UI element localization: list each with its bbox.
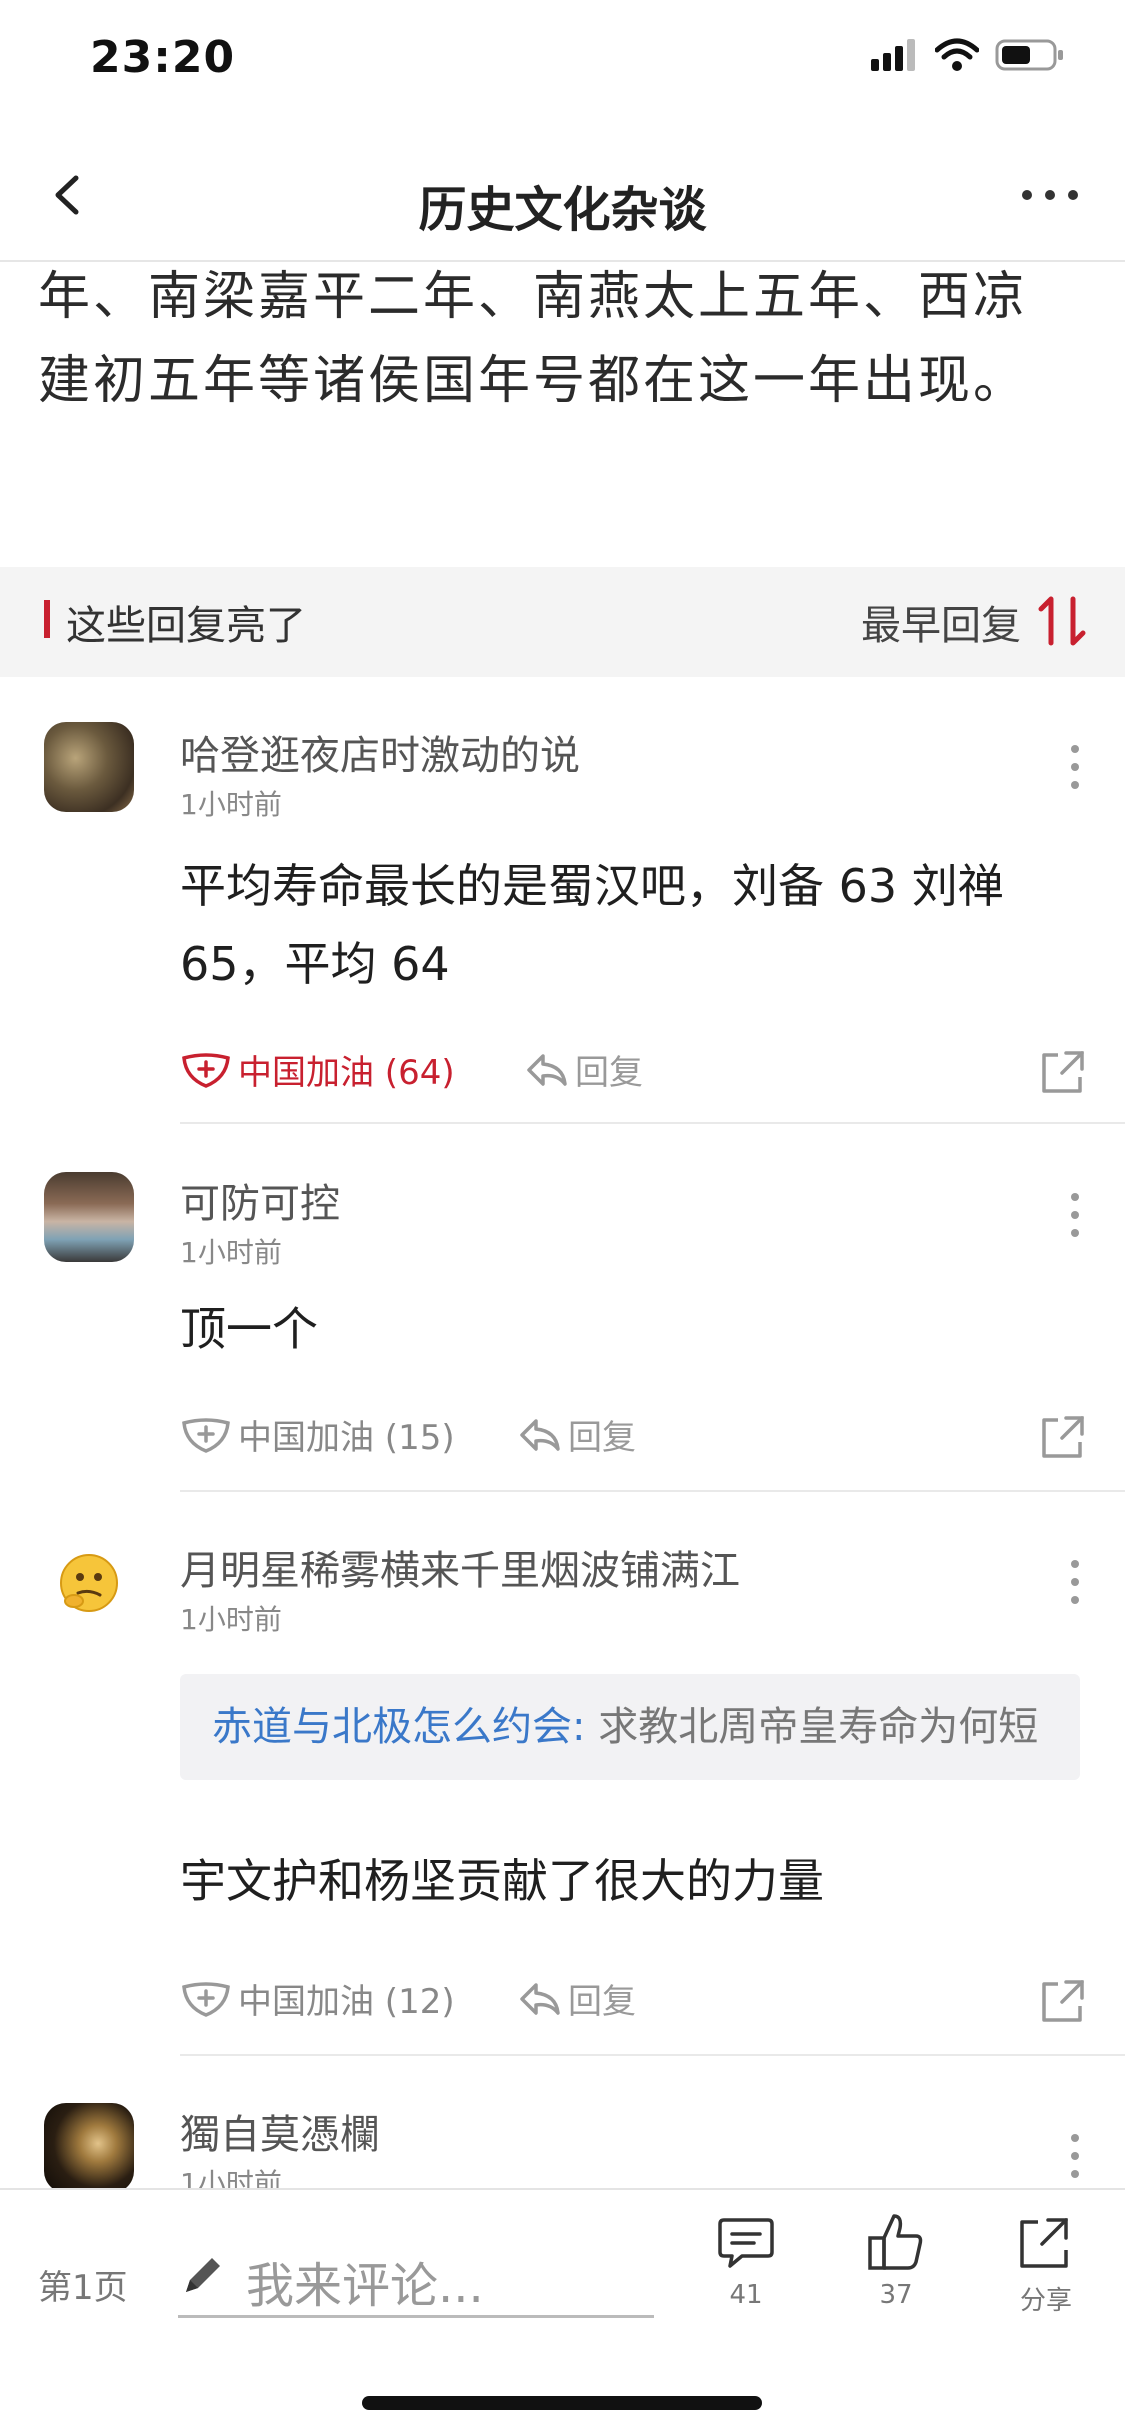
pencil-icon (186, 2258, 220, 2292)
avatar[interactable] (44, 1172, 134, 1262)
share-icon (1020, 2218, 1068, 2268)
comment-line: 顶一个 (180, 1302, 318, 1356)
sort-icon[interactable] (1035, 591, 1091, 651)
comment-actions: 中国加油 (12) 回复 (180, 1974, 1090, 2034)
comment-text: 宇文护和杨坚贡献了很大的力量 (180, 1842, 1060, 1920)
like-button[interactable]: 中国加油 (12) (180, 1974, 455, 2023)
article-line: 年、南梁嘉平二年、南燕太上五年、西凉 (38, 267, 1029, 327)
quoted-username[interactable]: 赤道与北极怎么约会: (212, 1704, 585, 1750)
share-label: 分享 (1019, 2286, 1072, 2316)
comment-line: 平均寿命最长的是蜀汉吧，刘备 63 刘禅 (180, 859, 1004, 913)
section-title: 这些回复亮了 (66, 603, 306, 649)
reply-icon (527, 1053, 567, 1086)
comment-time: 1小时前 (180, 1236, 282, 1269)
comment-bubble-icon (718, 2218, 774, 2268)
page-indicator[interactable]: 第1页 (38, 2260, 128, 2309)
avatar[interactable] (44, 2103, 134, 2188)
divider (180, 1490, 1125, 1492)
comment-actions: 中国加油 (64) 回复 (180, 1045, 1090, 1105)
reply-button[interactable]: 回复 (518, 1410, 636, 1459)
comment-actions: 中国加油 (15) 回复 (180, 1410, 1090, 1470)
comment-text: 平均寿命最长的是蜀汉吧，刘备 63 刘禅 65，平均 64 (180, 847, 1060, 1003)
reply-button[interactable]: 回复 (525, 1045, 643, 1094)
comment-input[interactable]: 我来评论... (178, 2238, 654, 2318)
more-vertical-icon[interactable] (1065, 1552, 1085, 1612)
more-vertical-icon[interactable] (1065, 1185, 1085, 1245)
home-indicator (362, 2396, 762, 2410)
comment-username[interactable]: 獨自莫憑欄 (180, 2102, 380, 2160)
wifi-icon (935, 38, 979, 71)
like-label: 中国加油 (64) (238, 1053, 455, 1093)
share-post-button[interactable]: 分享 (996, 2210, 1096, 2350)
like-label: 中国加油 (12) (238, 1982, 455, 2022)
thumbs-up-icon (868, 2214, 923, 2270)
share-icon[interactable] (1036, 1045, 1090, 1099)
reply-label: 回复 (568, 1418, 636, 1458)
like-label: 中国加油 (15) (238, 1418, 455, 1458)
avatar[interactable] (44, 722, 134, 812)
signal-icon (871, 39, 915, 71)
comment-line: 65，平均 64 (180, 937, 450, 991)
comment-input-placeholder: 我来评论... (246, 2258, 484, 2314)
heart-mask-icon (182, 1417, 230, 1453)
comment-item: 獨自莫憑欄 1小时前 (0, 2056, 1125, 2188)
page-title: 历史文化杂谈 (418, 182, 707, 238)
comment-time: 1小时前 (180, 1603, 282, 1636)
more-vertical-icon[interactable] (1065, 737, 1085, 797)
comment-count: 41 (729, 2280, 763, 2310)
article-line: 建初五年等诸侯国年号都在这一年出现。 (38, 351, 1029, 411)
status-icons (871, 38, 1065, 72)
comment-username[interactable]: 月明星稀雾横来千里烟波铺满江 (180, 1538, 740, 1596)
divider (180, 1122, 1125, 1124)
share-icon[interactable] (1036, 1974, 1090, 2028)
sort-button[interactable]: 最早回复 (861, 593, 1021, 651)
quoted-text: 求教北周帝皇寿命为何短 (585, 1704, 1039, 1750)
more-icon[interactable] (1015, 180, 1085, 210)
article-body: 年、南梁嘉平二年、南燕太上五年、西凉 建初五年等诸侯国年号都在这一年出现。 (38, 255, 1098, 423)
avatar[interactable] (44, 1537, 134, 1627)
more-vertical-icon[interactable] (1065, 2126, 1085, 2186)
comment-username[interactable]: 哈登逛夜店时激动的说 (180, 723, 580, 781)
hot-replies-header: 这些回复亮了 最早回复 (0, 567, 1125, 677)
comment-username[interactable]: 可防可控 (180, 1171, 340, 1229)
comment-time: 1小时前 (180, 788, 282, 821)
quoted-reply[interactable]: 赤道与北极怎么约会: 求教北周帝皇寿命为何短 (180, 1674, 1080, 1780)
like-button[interactable]: 中国加油 (15) (180, 1410, 455, 1459)
nav-bar: 历史文化杂谈 (0, 130, 1125, 262)
share-icon[interactable] (1036, 1410, 1090, 1464)
comment-line: 宇文护和杨坚贡献了很大的力量 (180, 1854, 824, 1908)
reply-icon (520, 1982, 560, 2015)
section-accent-bar (44, 600, 50, 638)
reply-icon (520, 1418, 560, 1451)
like-count: 37 (879, 2280, 913, 2310)
battery-icon (995, 39, 1063, 71)
reply-label: 回复 (575, 1053, 643, 1093)
heart-mask-icon (182, 1052, 230, 1088)
bottom-toolbar: 第1页 我来评论... 41 37 分享 (0, 2188, 1125, 2436)
reply-label: 回复 (568, 1982, 636, 2022)
reply-button[interactable]: 回复 (518, 1974, 636, 2023)
emoji-thinking-icon (60, 1554, 118, 1612)
comment-time: 1小时前 (180, 2167, 282, 2188)
like-button[interactable]: 中国加油 (64) (180, 1045, 455, 1094)
comment-text: 顶一个 (180, 1290, 1060, 1368)
status-time: 23:20 (90, 32, 236, 83)
comments-button[interactable]: 41 (696, 2210, 796, 2350)
like-post-button[interactable]: 37 (846, 2210, 946, 2350)
heart-mask-icon (182, 1981, 230, 2017)
status-bar: 23:20 (0, 0, 1125, 120)
